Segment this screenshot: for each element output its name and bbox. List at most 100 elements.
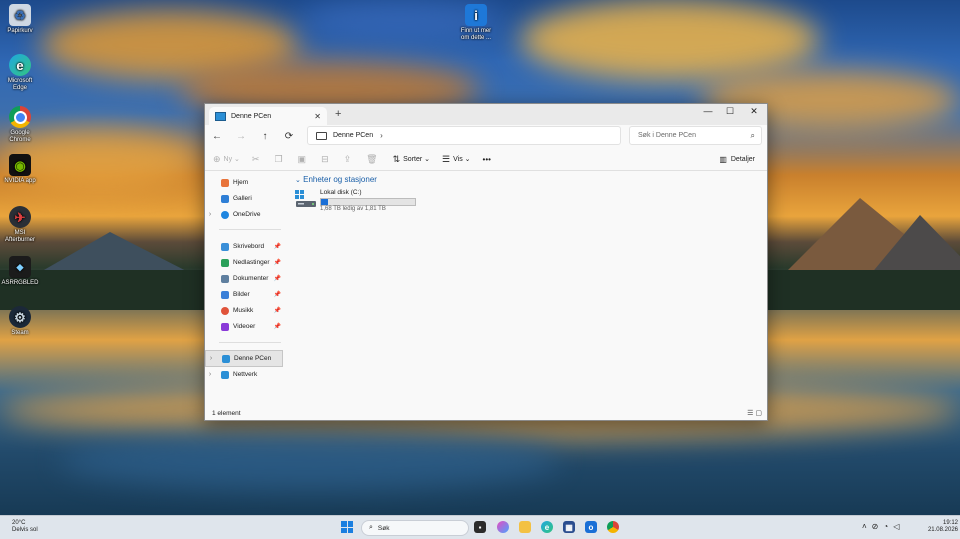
chevron-right-icon[interactable]: › — [205, 371, 215, 378]
sidebar-divider — [219, 342, 281, 343]
new-button[interactable]: ⊕ Ny ⌄ — [213, 154, 240, 165]
copilot-icon[interactable] — [497, 521, 509, 533]
view-button[interactable]: ☰ Vis ⌄ — [442, 154, 471, 165]
command-bar: ⊕ Ny ⌄ ✂ ❐ ▣ ⊟ ⇪ 🗑 ⇅ Sorter ⌄ ☰ Vis ⌄ ••• — [205, 148, 767, 171]
desktop-icon-nvidia[interactable]: ◉ NVIDIA app — [0, 154, 40, 185]
desktop-icon-spotlight[interactable]: i Finn ut mer om dette ... — [456, 4, 496, 42]
status-item-count: 1 element — [212, 410, 241, 417]
sidebar-item-denne-pcen[interactable]: › Denne PCen — [205, 350, 283, 367]
minimize-button[interactable]: — — [697, 106, 719, 116]
sidebar-item-hjem[interactable]: Hjem — [205, 175, 285, 190]
chevron-right-icon[interactable]: › — [205, 211, 215, 218]
pc-icon — [222, 354, 230, 363]
copy-button[interactable]: ❐ — [274, 154, 285, 165]
download-icon — [221, 258, 229, 267]
share-icon: ⇪ — [343, 153, 352, 164]
more-options-button[interactable]: ••• — [483, 155, 491, 164]
search-box[interactable]: Søk i Denne PCen ⌕ — [629, 126, 762, 145]
delete-button[interactable]: 🗑 — [366, 154, 380, 165]
back-button[interactable]: ← — [205, 131, 229, 142]
desktop-icon-afterburner[interactable]: ✈ MSI Afterburner — [0, 206, 40, 244]
cloud-icon — [221, 210, 229, 219]
chevron-right-icon[interactable]: › — [206, 355, 216, 362]
details-view-icon[interactable]: ☰ — [747, 410, 753, 417]
taskbar-search[interactable]: ⌕ Søk — [361, 520, 469, 536]
address-bar[interactable]: Denne PCen › — [307, 126, 621, 145]
sidebar-item-onedrive[interactable]: › OneDrive — [205, 207, 285, 222]
tiles-view-icon[interactable]: ▢ — [755, 410, 762, 417]
tab-denne-pcen[interactable]: Denne PCen ✕ — [209, 107, 327, 125]
chevron-down-icon: ⌄ — [295, 177, 301, 184]
chevron-up-icon[interactable]: ˄ — [862, 522, 872, 531]
rename-button[interactable]: ⊟ — [321, 154, 332, 165]
weather-widget[interactable]: 20°C Delvis sol — [12, 520, 38, 534]
forward-button[interactable]: → — [229, 131, 253, 142]
sidebar-divider — [219, 229, 281, 230]
desktop-icon-recycle-bin[interactable]: ♻ Papirkurv — [0, 4, 40, 35]
clock[interactable]: 19:12 21.08.2026 — [910, 520, 960, 534]
afterburner-icon: ✈ — [9, 206, 31, 228]
pc-icon — [215, 111, 226, 121]
desktop-icon-steam[interactable]: ⚙ Steam — [0, 306, 40, 337]
chrome-icon — [9, 106, 31, 128]
close-window-button[interactable]: ✕ — [743, 106, 765, 117]
wifi-icon[interactable]: ◔ — [883, 522, 893, 531]
pin-icon: 📌 — [273, 324, 281, 330]
monitor-icon — [316, 131, 327, 140]
view-toggle-icons: ☰ ▢ — [747, 409, 762, 417]
refresh-button[interactable]: ⟳ — [277, 131, 301, 142]
desktop-icon-asrock-led[interactable]: ◆ ASRRGBLED — [0, 256, 40, 287]
trash-icon: 🗑 — [366, 153, 378, 164]
pin-icon: 📌 — [273, 276, 281, 282]
title-bar: Denne PCen ✕ + — ☐ ✕ — [205, 104, 767, 125]
sidebar-item-nedlastinger[interactable]: Nedlastinger 📌 — [205, 255, 285, 270]
file-explorer-taskbar-icon[interactable] — [519, 521, 531, 533]
breadcrumb-denne-pcen[interactable]: Denne PCen — [333, 132, 373, 139]
paste-button[interactable]: ▣ — [298, 154, 310, 165]
view-icon: ☰ — [442, 153, 451, 164]
copy-icon: ❐ — [274, 153, 283, 164]
close-tab-icon[interactable]: ✕ — [314, 112, 321, 121]
sort-button[interactable]: ⇅ Sorter ⌄ — [393, 154, 430, 165]
sidebar-item-dokumenter[interactable]: Dokumenter 📌 — [205, 271, 285, 286]
drive-name: Lokal disk (C:) — [320, 189, 362, 196]
desktop-icon-edge[interactable]: e Microsoft Edge — [0, 54, 40, 92]
chrome-taskbar-icon[interactable] — [607, 521, 619, 533]
details-pane-icon: ▥ — [719, 155, 727, 164]
store-taskbar-icon[interactable]: ▦ — [563, 521, 575, 533]
asrock-led-icon: ◆ — [9, 256, 31, 278]
start-button[interactable] — [341, 521, 353, 533]
sidebar-item-skrivebord[interactable]: Skrivebord 📌 — [205, 239, 285, 254]
navigation-pane: Hjem Galleri › OneDrive Skrivebord 📌 Ned… — [205, 172, 285, 404]
search-icon: ⌕ — [369, 524, 373, 531]
clipboard-icon: ▣ — [297, 153, 307, 164]
search-input[interactable]: Søk i Denne PCen — [638, 132, 751, 139]
task-view-icon[interactable]: ▪ — [474, 521, 486, 533]
taskbar-search-input[interactable]: Søk — [378, 525, 390, 532]
cut-button[interactable]: ✂ — [252, 154, 263, 165]
maximize-button[interactable]: ☐ — [719, 106, 741, 117]
pin-icon: 📌 — [273, 260, 281, 266]
desktop-icon-chrome[interactable]: Google Chrome — [0, 106, 40, 144]
sidebar-item-nettverk[interactable]: › Nettverk — [205, 367, 285, 382]
edge-taskbar-icon[interactable]: e — [541, 521, 553, 533]
network-off-icon[interactable]: ⊘ — [872, 522, 884, 531]
outlook-taskbar-icon[interactable]: o — [585, 521, 597, 533]
edge-icon: e — [9, 54, 31, 76]
file-explorer-window: Denne PCen ✕ + — ☐ ✕ ← → ↑ ⟳ Denne PCen … — [204, 103, 768, 421]
section-header[interactable]: ⌄ Enheter og stasjoner — [295, 175, 377, 184]
sidebar-item-musikk[interactable]: Musikk 📌 — [205, 303, 285, 318]
details-pane-button[interactable]: ▥ Detaljer — [719, 155, 755, 164]
home-icon — [221, 178, 229, 187]
new-tab-button[interactable]: + — [335, 108, 341, 120]
up-button[interactable]: ↑ — [253, 131, 277, 142]
sidebar-item-galleri[interactable]: Galleri — [205, 191, 285, 206]
chevron-right-icon[interactable]: › — [380, 131, 383, 140]
sidebar-item-bilder[interactable]: Bilder 📌 — [205, 287, 285, 302]
drive-item-c[interactable]: Lokal disk (C:) 1,68 TB ledig av 1,81 TB — [295, 188, 425, 212]
pin-icon: 📌 — [273, 244, 281, 250]
sidebar-item-videoer[interactable]: Videoer 📌 — [205, 319, 285, 334]
share-button[interactable]: ⇪ — [344, 154, 355, 165]
volume-icon[interactable]: ◁ — [893, 522, 904, 531]
drive-icon — [295, 190, 316, 207]
